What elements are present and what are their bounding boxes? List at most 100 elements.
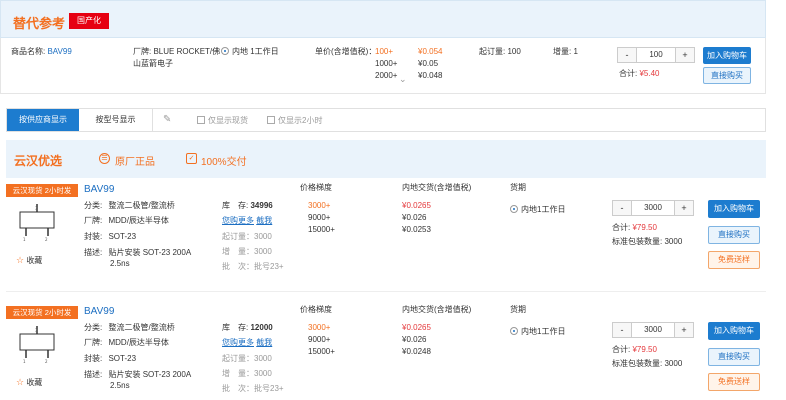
desc-label: 描述: xyxy=(84,248,103,257)
favorite-label[interactable]: 收藏 xyxy=(26,256,42,265)
brand: MDD/辰达半导体 xyxy=(108,216,169,225)
alt-product-name[interactable]: BAV99 xyxy=(47,47,71,56)
moq: 起订量：3000 xyxy=(222,232,272,241)
qty-stepper[interactable]: - 3000 + xyxy=(612,322,694,338)
stock-badge: 云汉现货 2小时发 xyxy=(6,184,78,197)
alt-delivery: 内地 1工作日 xyxy=(232,47,279,56)
plus-icon[interactable]: + xyxy=(676,48,694,62)
alt-title: 替代参考 xyxy=(13,16,66,31)
desc-line1: 贴片安装 SOT-23 200A xyxy=(108,248,192,257)
tier-1-qty: 9000+ xyxy=(308,213,331,222)
alt-tier-2-qty: 2000+ xyxy=(375,71,398,80)
minus-icon[interactable]: - xyxy=(613,323,631,337)
alt-maker-line1: BLUE ROCKET/佛 xyxy=(153,47,221,56)
qty-input[interactable]: 3000 xyxy=(631,201,675,215)
delivery-icon: ✓ xyxy=(186,153,197,164)
desc-line2: 2.5ns xyxy=(110,381,130,390)
filter-2h-label: 仅显示2小时 xyxy=(278,116,323,125)
minus-icon[interactable]: - xyxy=(613,201,631,215)
alt-product-row: 商品名称: BAV99 厂牌: BLUE ROCKET/佛 山蓝箭电子 内地 1… xyxy=(0,38,766,94)
tier-1-qty: 9000+ xyxy=(308,335,331,344)
stock-label: 库 存: xyxy=(222,323,249,332)
qty-input[interactable]: 3000 xyxy=(631,323,675,337)
ask-link[interactable]: 截我 xyxy=(256,216,272,225)
free-sample-button[interactable]: 免费送样 xyxy=(708,251,760,269)
source-label: 内地1工作日 xyxy=(521,205,566,214)
tab-by-supplier[interactable]: 按供应商显示 xyxy=(7,109,79,131)
increment: 增 量：3000 xyxy=(222,247,272,256)
source-header: 货期 xyxy=(510,183,526,192)
section-header: 云汉优选 ☰ 原厂正品 ✓ 100%交付 xyxy=(6,140,766,178)
alt-add-cart-button[interactable]: 加入购物车 xyxy=(703,47,751,64)
tier-2-qty: 15000+ xyxy=(308,225,335,234)
buy-now-button[interactable]: 直接购买 xyxy=(708,226,760,244)
price-header: 内地交货(含增值税) xyxy=(402,305,472,314)
moq: 起订量：3000 xyxy=(222,354,272,363)
star-icon[interactable]: ☆ xyxy=(16,255,24,265)
svg-text:1: 1 xyxy=(23,359,26,364)
total-label: 合计: xyxy=(612,223,631,232)
alt-delivery-radio[interactable] xyxy=(221,47,229,55)
genuine-label: 原厂正品 xyxy=(115,157,155,168)
product-row: 云汉现货 2小时发 BAV99 3 1 2 ☆ 收藏 分类: 整流二极管/整流桥… xyxy=(6,302,766,400)
alt-maker-label: 厂牌: xyxy=(133,47,152,56)
price-header: 内地交货(含增值税) xyxy=(402,183,472,192)
free-sample-button[interactable]: 免费送样 xyxy=(708,373,760,391)
batch: 批 次：批号23+ xyxy=(222,262,284,271)
filter-stock-label: 仅显示现货 xyxy=(208,116,248,125)
alt-tier-2-price: ¥0.048 xyxy=(418,71,443,80)
stock-value: 34996 xyxy=(250,201,273,210)
tier-0-price: ¥0.0265 xyxy=(402,323,431,332)
star-icon[interactable]: ☆ xyxy=(16,377,24,387)
filter-2h-checkbox[interactable] xyxy=(267,116,275,124)
plus-icon[interactable]: + xyxy=(675,323,693,337)
tier-0-qty: 3000+ xyxy=(308,323,331,332)
alt-moq-label: 起订量: xyxy=(479,47,506,56)
filter-stock-checkbox[interactable] xyxy=(197,116,205,124)
total: ¥79.50 xyxy=(632,345,657,354)
buy-more-link[interactable]: 您购更多 xyxy=(222,216,254,225)
category: 整流二极管/整流桥 xyxy=(108,201,175,210)
alt-moq: 100 xyxy=(507,47,521,56)
genuine-icon: ☰ xyxy=(99,153,110,164)
tier-1-price: ¥0.026 xyxy=(402,213,427,222)
pack-value: 3000 xyxy=(664,359,683,368)
alt-buy-now-button[interactable]: 直接购买 xyxy=(703,67,751,84)
plus-icon[interactable]: + xyxy=(675,201,693,215)
delivery-label: 100%交付 xyxy=(201,157,247,168)
favorite-label[interactable]: 收藏 xyxy=(26,378,42,387)
brand-label: 厂牌: xyxy=(84,216,103,225)
alt-total-label: 合计: xyxy=(619,69,638,78)
pack-label: 标准包装数量: xyxy=(612,359,663,368)
source-radio[interactable] xyxy=(510,327,518,335)
alt-inc: 1 xyxy=(573,47,578,56)
qty-stepper[interactable]: - 3000 + xyxy=(612,200,694,216)
stock-badge: 云汉现货 2小时发 xyxy=(6,306,78,319)
tab-by-model[interactable]: 按型号显示 xyxy=(79,109,153,131)
buy-more-link[interactable]: 您购更多 xyxy=(222,338,254,347)
source-radio[interactable] xyxy=(510,205,518,213)
desc-line2: 2.5ns xyxy=(110,259,130,268)
product-name[interactable]: BAV99 xyxy=(84,184,114,195)
alt-header: 替代参考 国产化 xyxy=(0,0,766,38)
alt-qty-stepper[interactable]: - 100 + xyxy=(617,47,695,63)
edit-icon[interactable]: ✎ xyxy=(163,114,171,125)
add-cart-button[interactable]: 加入购物车 xyxy=(708,322,760,340)
pack-label: 标准包装数量: xyxy=(612,237,663,246)
package-label: 封装: xyxy=(84,232,103,241)
section-title: 云汉优选 xyxy=(14,154,63,168)
alt-name-label: 商品名称: xyxy=(11,47,46,56)
chevron-down-icon[interactable]: ⌄ xyxy=(399,74,407,85)
sot23-package-icon: 3 1 2 xyxy=(19,326,55,364)
tier-2-qty: 15000+ xyxy=(308,347,335,356)
buy-now-button[interactable]: 直接购买 xyxy=(708,348,760,366)
product-name[interactable]: BAV99 xyxy=(84,306,114,317)
alt-qty-input[interactable]: 100 xyxy=(636,48,676,62)
ask-link[interactable]: 截我 xyxy=(256,338,272,347)
category-label: 分类: xyxy=(84,201,103,210)
package-label: 封装: xyxy=(84,354,103,363)
total: ¥79.50 xyxy=(632,223,657,232)
add-cart-button[interactable]: 加入购物车 xyxy=(708,200,760,218)
category-label: 分类: xyxy=(84,323,103,332)
minus-icon[interactable]: - xyxy=(618,48,636,62)
